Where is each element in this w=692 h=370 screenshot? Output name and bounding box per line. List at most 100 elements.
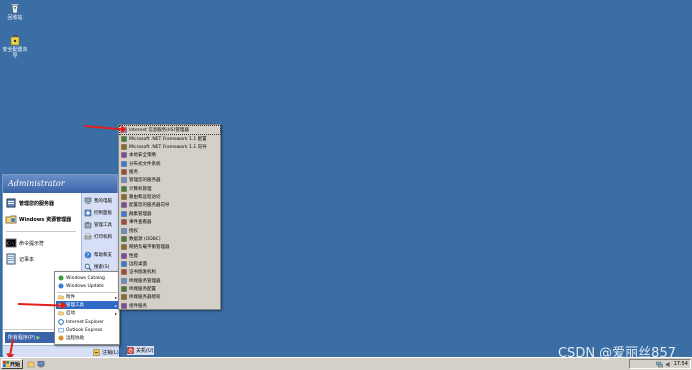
admin-item-services[interactable]: 服务 <box>120 168 220 176</box>
admin-item-label: 配置您的服务器向导 <box>129 203 170 209</box>
quick-launch-explorer-icon[interactable] <box>27 360 35 368</box>
cluster-icon <box>121 211 127 217</box>
start-item-label: 命令提示符 <box>19 240 45 247</box>
dfs-icon <box>121 160 127 167</box>
start-item-cmd[interactable]: C:\ 命令提示符 <box>5 235 44 251</box>
admin-item-terminal[interactable]: 终端服务管理器 <box>120 277 220 285</box>
programs-item-windows-update[interactable]: Windows Update <box>56 282 118 290</box>
start-item-control-panel[interactable]: 控制面板 <box>84 207 120 218</box>
programs-item-outlook-express[interactable]: Outlook Express <box>56 326 118 334</box>
admin-item-label: 组件服务 <box>129 303 147 309</box>
start-item-manage-server[interactable]: 管理您的服务器 <box>5 195 54 211</box>
programs-item-startup[interactable]: 启动 ▸ <box>56 309 118 317</box>
admin-item-routing[interactable]: 路由和远程访问 <box>120 193 220 201</box>
all-programs-arrow-icon: ▶ <box>36 335 41 341</box>
start-item-admin-tools[interactable]: 管理工具 <box>84 219 120 230</box>
desktop-icon-security-wizard[interactable]: 安全配置向导 <box>2 34 28 59</box>
routing-icon <box>121 194 127 200</box>
admin-item-policy[interactable]: 本地安全策略 <box>120 151 220 159</box>
admin-item-remote-desktop[interactable]: 远程桌面 <box>120 260 220 268</box>
logoff-label: 注销(L) <box>102 350 119 356</box>
admin-item-label: 网络负载平衡管理器 <box>129 245 170 251</box>
start-item-explorer[interactable]: Windows 资源管理器 <box>5 211 71 227</box>
admin-item-nlb[interactable]: 网络负载平衡管理器 <box>120 243 220 251</box>
policy-icon <box>121 152 127 158</box>
start-item-notepad[interactable]: 记事本 <box>5 251 34 267</box>
shutdown-label: 关机(U) <box>136 348 154 354</box>
programs-item-label: 附件 <box>66 295 75 300</box>
admin-item-label: 终端服务器授权 <box>129 295 161 301</box>
programs-item-windows-catalog[interactable]: Windows Catalog <box>56 274 118 282</box>
admin-item-computer-mgmt[interactable]: 计算机管理 <box>120 185 220 193</box>
admin-item-dotnet[interactable]: Microsoft .NET Framework 1.1 向导 <box>120 143 220 151</box>
admin-item-terminal[interactable]: 终端服务器授权 <box>120 293 220 301</box>
programs-item-remote-assistance[interactable]: 远程协助 <box>56 334 118 342</box>
folder-icon <box>58 311 64 316</box>
admin-item-label: 管理您的服务器 <box>129 178 161 184</box>
admin-item-label: 计算机管理 <box>129 186 152 192</box>
programs-item-label: 管理工具 <box>66 303 84 308</box>
start-item-label: 管理您的服务器 <box>19 200 55 207</box>
desktop-icon-label: 回收站 <box>7 15 23 21</box>
admin-item-wizard[interactable]: 配置您的服务器向导 <box>120 201 220 209</box>
volume-icon[interactable] <box>665 361 672 368</box>
desktop-icon-recycle-bin[interactable]: 回收站 <box>2 2 28 21</box>
start-menu-footer: 注销(L) <box>3 345 119 357</box>
logoff-button[interactable]: 注销(L) <box>93 348 119 357</box>
admin-item-license[interactable]: 授权 <box>120 226 220 234</box>
admin-item-iis[interactable]: Internet 信息服务(IIS)管理器 <box>119 124 221 136</box>
admin-item-performance[interactable]: 性能 <box>120 251 220 259</box>
admin-item-odbc[interactable]: 数据源 (ODBC) <box>120 235 220 243</box>
admin-item-label: 事件查看器 <box>129 220 152 226</box>
notepad-icon <box>6 253 16 265</box>
start-item-my-computer[interactable]: 我的电脑 <box>84 195 120 206</box>
explorer-icon <box>5 215 17 224</box>
dotnet-icon <box>121 144 127 150</box>
nlb-icon <box>121 244 127 250</box>
admin-item-cluster[interactable]: 群集管理器 <box>120 210 220 218</box>
tray-clock[interactable]: 17:54 <box>674 361 688 367</box>
start-item-label: Windows 资源管理器 <box>19 216 72 223</box>
catalog-icon <box>58 275 64 281</box>
admin-item-label: 分布式文件系统 <box>129 161 161 167</box>
programs-item-label: Outlook Express <box>66 327 103 333</box>
outlook-icon <box>58 328 64 333</box>
admin-item-component[interactable]: 组件服务 <box>120 302 220 310</box>
start-item-label: 帮助和支 <box>94 252 112 258</box>
cmd-icon: C:\ <box>5 238 17 248</box>
update-icon <box>58 283 64 289</box>
folder-icon <box>58 295 64 300</box>
programs-item-internet-explorer[interactable]: Internet Explorer <box>56 318 118 326</box>
event-icon <box>121 219 127 225</box>
programs-item-accessories[interactable]: 附件 ▸ <box>56 293 118 301</box>
admin-item-dotnet[interactable]: Microsoft .NET Framework 1.1 配置 <box>120 134 220 142</box>
search-icon <box>84 263 92 271</box>
admin-item-label: 授权 <box>129 228 138 234</box>
programs-item-label: Internet Explorer <box>66 319 105 325</box>
admin-item-dfs[interactable]: 分布式文件系统 <box>120 159 220 167</box>
start-button[interactable]: 开始 <box>1 359 23 369</box>
start-item-label: 控制面板 <box>94 210 112 216</box>
shutdown-button[interactable]: 关机(U) <box>127 346 154 355</box>
odbc-icon <box>121 236 127 242</box>
desktop-icon-label: 安全配置向导 <box>2 47 28 59</box>
help-icon: ? <box>84 251 92 259</box>
submenu-arrow-icon: ▸ <box>114 310 117 316</box>
admin-item-label: Microsoft .NET Framework 1.1 配置 <box>129 136 207 142</box>
dotnet-icon <box>121 135 127 142</box>
start-item-label: 搜索(S) <box>94 264 110 270</box>
security-config-icon <box>10 34 20 46</box>
admin-item-server-manage[interactable]: 管理您的服务器 <box>120 176 220 184</box>
admin-item-terminal[interactable]: 终端服务配置 <box>120 285 220 293</box>
admin-item-event[interactable]: 事件查看器 <box>120 218 220 226</box>
server-manage-icon <box>121 177 127 183</box>
admin-item-label: 路由和远程访问 <box>129 195 161 201</box>
admin-item-label: 群集管理器 <box>129 211 152 217</box>
network-icon[interactable] <box>655 361 663 368</box>
admin-item-certificate[interactable]: 证书颁发机构 <box>120 268 220 276</box>
admin-item-label: 远程桌面 <box>129 261 147 267</box>
start-item-printers[interactable]: 打印机和 <box>84 231 120 242</box>
start-item-help[interactable]: ? 帮助和支 <box>84 249 120 260</box>
terminal-icon <box>121 294 127 301</box>
quick-launch-desktop-icon[interactable] <box>37 360 45 368</box>
